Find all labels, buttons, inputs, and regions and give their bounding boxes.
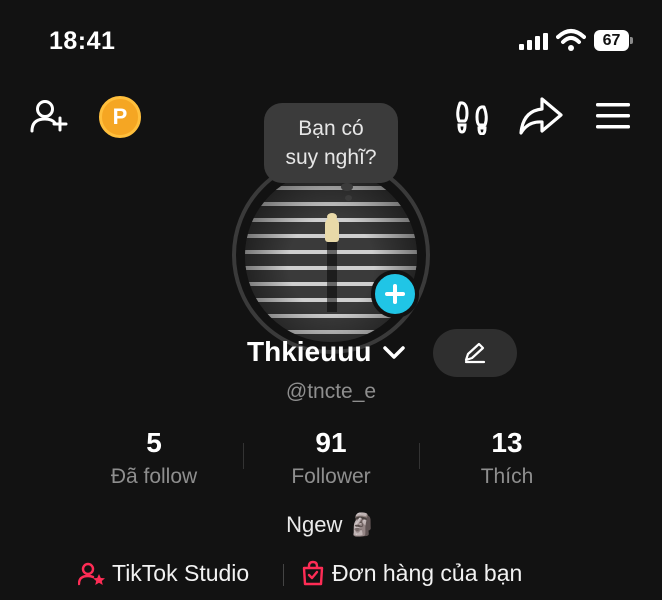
avatar-cat-figure <box>325 213 339 242</box>
stat-likes[interactable]: 13 Thích <box>419 427 595 489</box>
coin-icon[interactable]: P <box>99 96 141 138</box>
profile-bio: Ngew 🗿 <box>286 512 376 537</box>
battery-level: 67 <box>594 30 629 51</box>
shopping-bag-icon <box>302 560 324 586</box>
stat-label: Thích <box>480 465 534 488</box>
profile-links: TikTok Studio Đơn hàng của bạn <box>0 560 662 590</box>
menu-icon[interactable] <box>594 100 632 132</box>
stat-label: Đã follow <box>110 465 198 488</box>
studio-icon <box>77 562 105 586</box>
bubble-line-1: Bạn có <box>298 117 364 140</box>
orders-label: Đơn hàng của bạn <box>332 560 523 586</box>
add-story-plus-icon[interactable] <box>371 270 419 318</box>
wifi-icon <box>556 29 586 51</box>
status-time: 18:41 <box>49 27 116 55</box>
studio-label: TikTok Studio <box>112 560 250 586</box>
username[interactable]: Thkieuuu <box>247 336 371 368</box>
coin-letter: P <box>112 104 128 129</box>
stat-value: 5 <box>146 427 162 458</box>
edit-profile-button[interactable] <box>433 329 517 377</box>
user-handle: @tncte_e <box>285 380 377 403</box>
tiktok-studio-link[interactable]: TikTok Studio <box>77 560 250 587</box>
stat-label: Follower <box>291 465 371 488</box>
bubble-line-2: suy nghĩ? <box>285 146 377 169</box>
add-friend-icon[interactable] <box>30 99 68 133</box>
links-divider <box>283 564 284 586</box>
battery-indicator: 67 <box>594 30 634 51</box>
share-icon[interactable] <box>518 96 564 136</box>
stat-value: 13 <box>491 427 523 458</box>
stat-value: 91 <box>315 427 347 458</box>
cellular-signal-icon <box>519 33 548 50</box>
chevron-down-icon[interactable] <box>382 344 406 362</box>
orders-link[interactable]: Đơn hàng của bạn <box>300 560 522 587</box>
stat-followers[interactable]: 91 Follower <box>243 427 419 489</box>
stat-following[interactable]: 5 Đã follow <box>66 427 242 489</box>
thought-bubble[interactable]: Bạn có suy nghĩ? <box>264 103 398 183</box>
pencil-icon <box>464 342 486 364</box>
footprints-icon[interactable] <box>453 99 491 135</box>
